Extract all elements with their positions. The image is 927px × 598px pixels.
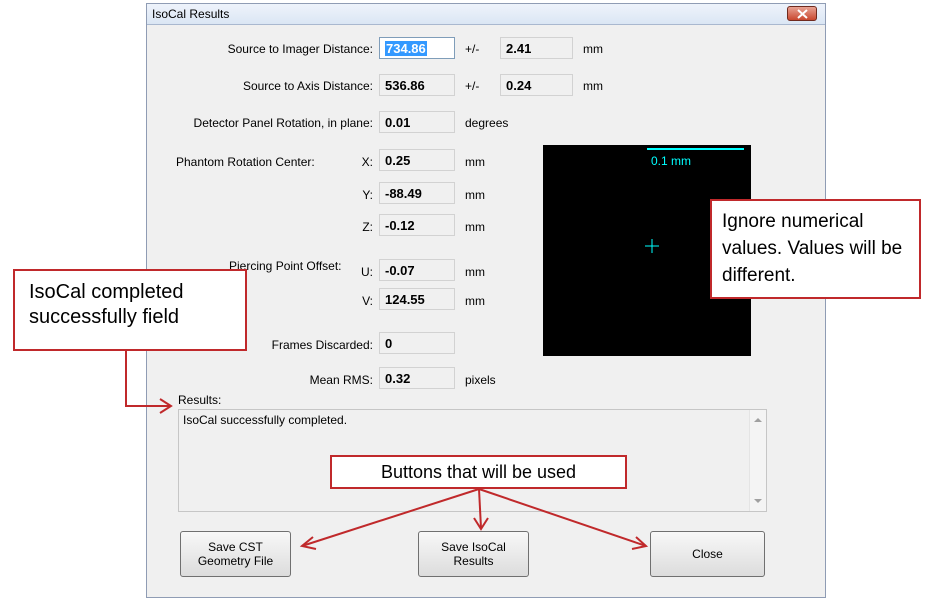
sad-unit: mm <box>583 79 603 93</box>
z-unit: mm <box>465 220 485 234</box>
isocal-results-window: IsoCal Results Source to Imager Distance… <box>146 3 826 598</box>
x-value: 0.25 <box>379 149 455 171</box>
sid-error-value: 2.41 <box>500 37 573 59</box>
close-button[interactable]: Close <box>650 531 765 577</box>
y-unit: mm <box>465 188 485 202</box>
close-icon <box>797 9 808 19</box>
results-scrollbar[interactable] <box>749 410 766 511</box>
rotation-value: 0.01 <box>379 111 455 133</box>
rotation-label: Detector Panel Rotation, in plane: <box>193 116 373 130</box>
sad-value: 536.86 <box>379 74 455 96</box>
v-unit: mm <box>465 294 485 308</box>
u-label: U: <box>361 265 373 279</box>
sad-label: Source to Axis Distance: <box>242 79 373 93</box>
sid-label: Source to Imager Distance: <box>227 42 373 56</box>
scroll-down-arrow-icon[interactable] <box>754 499 762 503</box>
rotation-unit: degrees <box>465 116 509 130</box>
phantom-rotation-center-label: Phantom Rotation Center: <box>176 155 315 169</box>
u-value: -0.07 <box>379 259 455 281</box>
sid-value: 734.86 <box>385 41 427 56</box>
scale-bar-label: 0.1 mm <box>651 154 691 168</box>
window-title: IsoCal Results <box>152 7 230 21</box>
title-bar: IsoCal Results <box>147 4 825 25</box>
x-label: X: <box>361 155 373 169</box>
mean-rms-unit: pixels <box>465 373 496 387</box>
sad-error-value: 0.24 <box>500 74 573 96</box>
results-label: Results: <box>178 393 222 407</box>
v-value: 124.55 <box>379 288 455 310</box>
sid-unit: mm <box>583 42 603 56</box>
u-unit: mm <box>465 265 485 279</box>
scroll-up-arrow-icon[interactable] <box>754 418 762 422</box>
callout-completed-field: IsoCal completed successfully field <box>13 269 247 351</box>
frames-discarded-value: 0 <box>379 332 455 354</box>
callout-buttons: Buttons that will be used <box>330 455 627 489</box>
sad-plus-minus: +/- <box>465 79 480 93</box>
y-label: Y: <box>362 188 373 202</box>
z-label: Z: <box>362 220 373 234</box>
save-cst-geometry-file-button[interactable]: Save CST Geometry File <box>180 531 291 577</box>
frames-discarded-label: Frames Discarded: <box>271 338 373 352</box>
callout-ignore-values: Ignore numerical values. Values will be … <box>710 199 921 299</box>
sid-plus-minus: +/- <box>465 42 480 56</box>
y-value: -88.49 <box>379 182 455 204</box>
mean-rms-value: 0.32 <box>379 367 455 389</box>
sid-value-field[interactable]: 734.86 <box>379 37 455 59</box>
x-unit: mm <box>465 155 485 169</box>
results-text: IsoCal successfully completed. <box>183 413 348 427</box>
z-value: -0.12 <box>379 214 455 236</box>
v-label: V: <box>362 294 373 308</box>
mean-rms-label: Mean RMS: <box>309 373 373 387</box>
save-isocal-results-button[interactable]: Save IsoCal Results <box>418 531 529 577</box>
window-close-button[interactable] <box>787 6 817 21</box>
